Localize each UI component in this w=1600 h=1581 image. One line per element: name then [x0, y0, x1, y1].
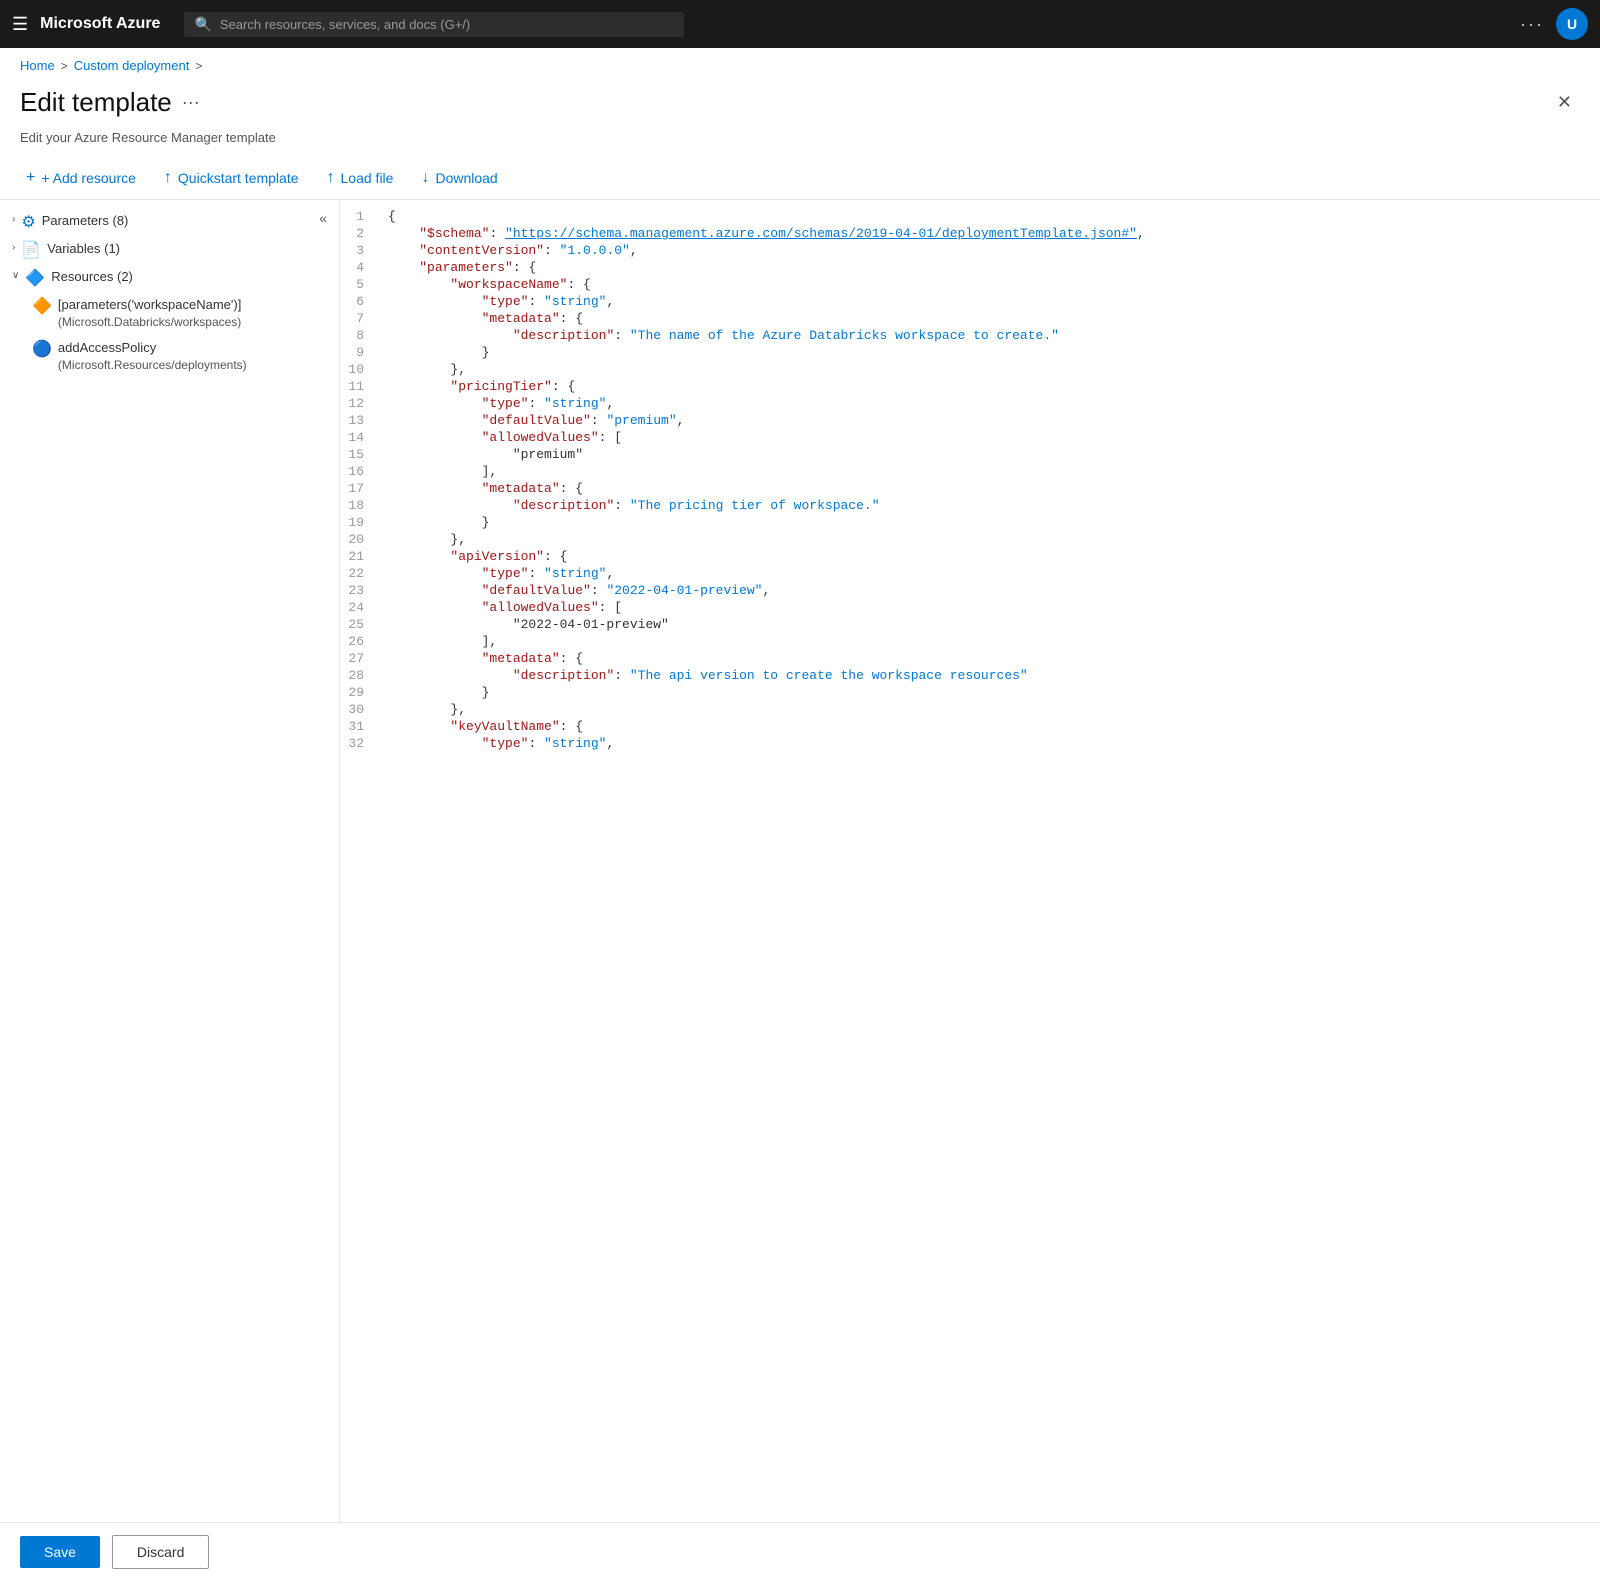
download-button[interactable]: ↓ Download: [415, 165, 503, 191]
code-line: 11 "pricingTier": {: [340, 378, 1600, 395]
load-file-label: Load file: [341, 170, 394, 186]
code-table: 1{2 "$schema": "https://schema.managemen…: [340, 208, 1600, 752]
search-icon: 🔍: [194, 16, 211, 33]
code-line: 3 "contentVersion": "1.0.0.0",: [340, 242, 1600, 259]
resources-label: Resources (2): [51, 268, 327, 286]
page-title: Edit template: [20, 87, 172, 118]
code-editor[interactable]: 1{2 "$schema": "https://schema.managemen…: [340, 200, 1600, 1522]
parameters-label: Parameters (8): [42, 212, 327, 230]
close-button[interactable]: ✕: [1549, 88, 1580, 117]
databricks-icon: 🔶: [32, 296, 52, 316]
search-box[interactable]: 🔍: [184, 12, 684, 37]
access-policy-label: addAccessPolicy (Microsoft.Resources/dep…: [58, 339, 327, 374]
code-line: 28 "description": "The api version to cr…: [340, 667, 1600, 684]
quickstart-template-label: Quickstart template: [178, 170, 299, 186]
code-line: 2 "$schema": "https://schema.management.…: [340, 225, 1600, 242]
sidebar: « › ⚙ Parameters (8) › 📄 Variables (1) ∨…: [0, 200, 340, 1522]
load-icon: ↑: [327, 169, 335, 187]
code-line: 8 "description": "The name of the Azure …: [340, 327, 1600, 344]
deployment-icon: 🔵: [32, 339, 52, 359]
code-line: 13 "defaultValue": "premium",: [340, 412, 1600, 429]
workspace-label: [parameters('workspaceName')] (Microsoft…: [58, 296, 327, 331]
variables-icon: 📄: [21, 240, 41, 260]
page-header: Edit template ··· ✕: [0, 83, 1600, 130]
code-line: 4 "parameters": {: [340, 259, 1600, 276]
add-resource-button[interactable]: + + Add resource: [20, 165, 142, 191]
main-area: « › ⚙ Parameters (8) › 📄 Variables (1) ∨…: [0, 200, 1600, 1522]
code-line: 21 "apiVersion": {: [340, 548, 1600, 565]
code-line: 5 "workspaceName": {: [340, 276, 1600, 293]
download-label: Download: [435, 170, 497, 186]
code-line: 9 }: [340, 344, 1600, 361]
variables-arrow: ›: [12, 242, 15, 253]
resources-arrow: ∨: [12, 270, 19, 281]
code-line: 30 },: [340, 701, 1600, 718]
sidebar-item-access-policy[interactable]: 🔵 addAccessPolicy (Microsoft.Resources/d…: [0, 335, 339, 378]
breadcrumb-custom-deployment[interactable]: Custom deployment: [74, 58, 190, 73]
quickstart-template-button[interactable]: ↑ Quickstart template: [158, 165, 305, 191]
code-line: 29 }: [340, 684, 1600, 701]
code-line: 20 },: [340, 531, 1600, 548]
page-options-icon[interactable]: ···: [182, 92, 200, 113]
sidebar-item-parameters[interactable]: › ⚙ Parameters (8): [0, 208, 339, 236]
code-line: 22 "type": "string",: [340, 565, 1600, 582]
code-line: 12 "type": "string",: [340, 395, 1600, 412]
nav-more-icon[interactable]: ···: [1520, 14, 1544, 35]
code-line: 32 "type": "string",: [340, 735, 1600, 752]
sidebar-item-variables[interactable]: › 📄 Variables (1): [0, 236, 339, 264]
code-line: 16 ],: [340, 463, 1600, 480]
brand-name: Microsoft Azure: [40, 15, 160, 33]
code-line: 19 }: [340, 514, 1600, 531]
code-line: 10 },: [340, 361, 1600, 378]
breadcrumb-sep1: >: [61, 59, 68, 73]
code-line: 26 ],: [340, 633, 1600, 650]
save-button[interactable]: Save: [20, 1536, 100, 1568]
code-line: 17 "metadata": {: [340, 480, 1600, 497]
parameters-icon: ⚙: [21, 212, 35, 232]
variables-label: Variables (1): [47, 240, 327, 258]
sidebar-item-resources[interactable]: ∨ 🔷 Resources (2): [0, 264, 339, 292]
code-line: 23 "defaultValue": "2022-04-01-preview",: [340, 582, 1600, 599]
page-subtitle: Edit your Azure Resource Manager templat…: [0, 130, 1600, 157]
toolbar: + + Add resource ↑ Quickstart template ↑…: [0, 157, 1600, 200]
code-line: 1{: [340, 208, 1600, 225]
download-icon: ↓: [421, 169, 429, 187]
code-line: 27 "metadata": {: [340, 650, 1600, 667]
parameters-arrow: ›: [12, 214, 15, 225]
breadcrumb: Home > Custom deployment >: [0, 48, 1600, 83]
nav-bar: ☰ Microsoft Azure 🔍 ··· U: [0, 0, 1600, 48]
code-line: 25 "2022-04-01-preview": [340, 616, 1600, 633]
upload-icon: ↑: [164, 169, 172, 187]
add-icon: +: [26, 169, 35, 187]
add-resource-label: + Add resource: [41, 170, 136, 186]
avatar[interactable]: U: [1556, 8, 1588, 40]
sidebar-collapse-button[interactable]: «: [315, 208, 331, 228]
code-line: 18 "description": "The pricing tier of w…: [340, 497, 1600, 514]
sidebar-item-workspace[interactable]: 🔶 [parameters('workspaceName')] (Microso…: [0, 292, 339, 335]
code-line: 15 "premium": [340, 446, 1600, 463]
breadcrumb-sep2: >: [195, 59, 202, 73]
discard-button[interactable]: Discard: [112, 1535, 209, 1569]
hamburger-icon[interactable]: ☰: [12, 14, 28, 35]
resources-icon: 🔷: [25, 268, 45, 288]
code-line: 6 "type": "string",: [340, 293, 1600, 310]
code-line: 31 "keyVaultName": {: [340, 718, 1600, 735]
search-input[interactable]: [220, 17, 675, 32]
load-file-button[interactable]: ↑ Load file: [321, 165, 400, 191]
nav-right: ··· U: [1520, 8, 1588, 40]
code-line: 24 "allowedValues": [: [340, 599, 1600, 616]
code-line: 14 "allowedValues": [: [340, 429, 1600, 446]
code-line: 7 "metadata": {: [340, 310, 1600, 327]
breadcrumb-home[interactable]: Home: [20, 58, 55, 73]
